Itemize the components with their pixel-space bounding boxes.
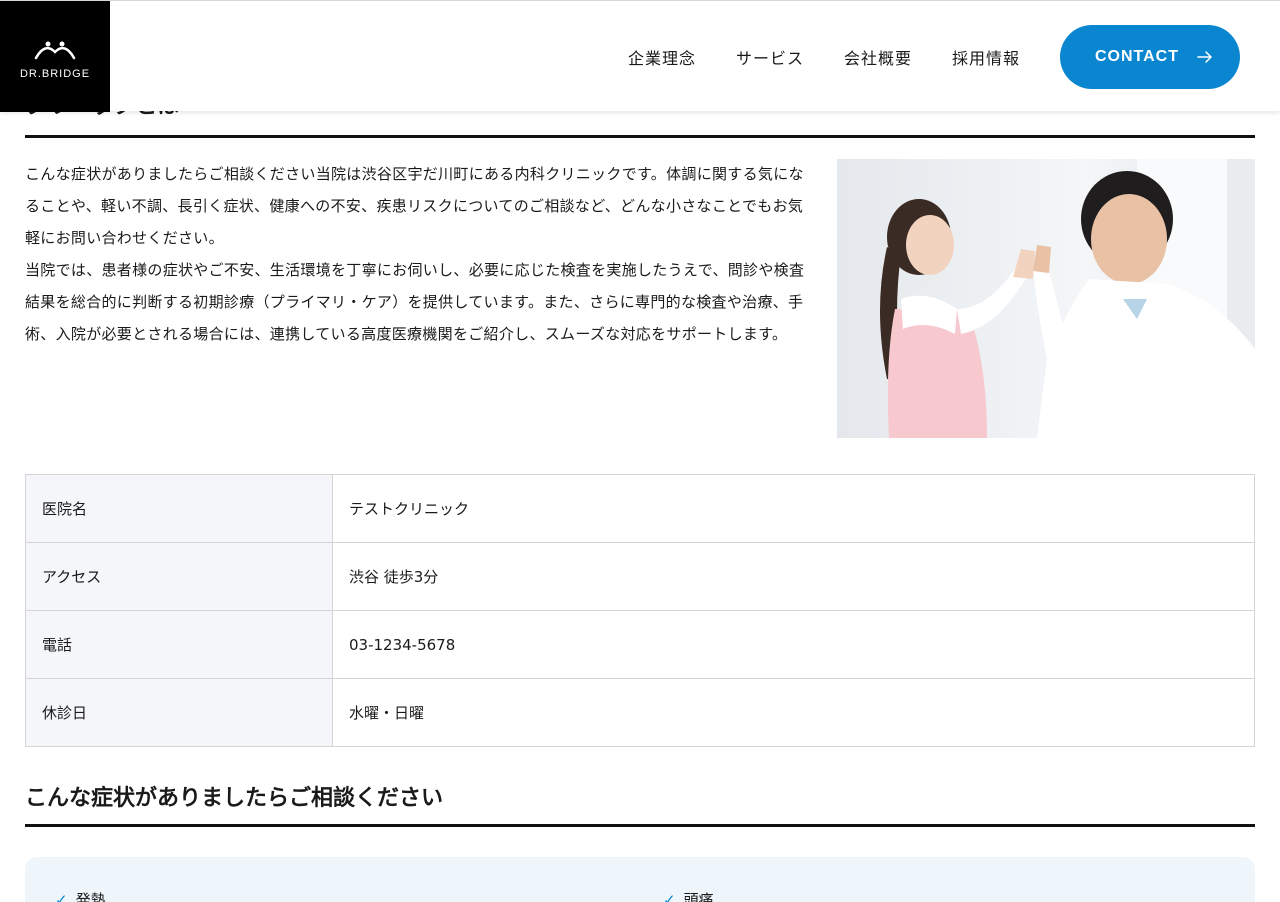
check-icon: ✓: [663, 890, 676, 902]
intro-paragraph: 当院では、患者様の症状やご不安、生活環境を丁寧にお伺いし、必要に応じた検査を実施…: [25, 261, 805, 343]
contact-button[interactable]: CONTACT: [1060, 25, 1240, 89]
list-item: ✓ 頭痛: [663, 889, 714, 902]
nav-item-company[interactable]: 会社概要: [844, 45, 912, 69]
intro-paragraph: こんな症状がありましたらご相談ください当院は渋谷区宇だ川町にある内科クリニックで…: [25, 165, 804, 247]
symptom-label: 頭痛: [683, 891, 714, 902]
row-value: 水曜・日曜: [332, 678, 1255, 747]
symptoms-heading: こんな症状がありましたらご相談ください: [25, 786, 444, 811]
table-row: アクセス 渋谷 徒歩3分: [25, 542, 1255, 611]
table-row: 医院名 テストクリニック: [25, 474, 1255, 543]
row-value[interactable]: 03-1234-5678: [332, 610, 1255, 679]
section-divider: [25, 824, 1255, 827]
table-row: 休診日 水曜・日曜: [25, 678, 1255, 747]
symptom-list: ✓ 発熱 ✓ 頭痛: [25, 857, 1255, 902]
row-label: 休診日: [25, 678, 333, 747]
main-nav: 企業理念 サービス 会社概要 採用情報: [588, 1, 1020, 112]
nav-item-recruit[interactable]: 採用情報: [952, 45, 1020, 69]
row-label: 電話: [25, 610, 333, 679]
arrow-right-icon: [1197, 51, 1212, 63]
list-item: ✓ 発熱: [55, 889, 106, 902]
row-value: テストクリニック: [332, 474, 1255, 543]
nav-item-philosophy[interactable]: 企業理念: [628, 45, 696, 69]
nav-item-services[interactable]: サービス: [736, 45, 804, 69]
row-value: 渋谷 徒歩3分: [332, 542, 1255, 611]
logo-icon: [34, 41, 76, 59]
logo[interactable]: DR.BRIDGE: [0, 1, 110, 112]
table-row: 電話 03-1234-5678: [25, 610, 1255, 679]
heading-divider: [25, 135, 1255, 138]
doctor-child-photo: [837, 159, 1255, 438]
row-label: アクセス: [25, 542, 333, 611]
check-icon: ✓: [55, 890, 68, 902]
symptom-label: 発熱: [75, 891, 106, 902]
clinic-intro: こんな症状がありましたらご相談ください当院は渋谷区宇だ川町にある内科クリニックで…: [25, 158, 809, 350]
site-header: DR.BRIDGE 企業理念 サービス 会社概要 採用情報 CONTACT: [0, 0, 1280, 112]
contact-button-label: CONTACT: [1094, 48, 1180, 65]
row-label: 医院名: [25, 474, 333, 543]
clinic-info-table: 医院名 テストクリニック アクセス 渋谷 徒歩3分 電話 03-1234-567…: [25, 474, 1255, 747]
logo-text: DR.BRIDGE: [19, 67, 91, 80]
